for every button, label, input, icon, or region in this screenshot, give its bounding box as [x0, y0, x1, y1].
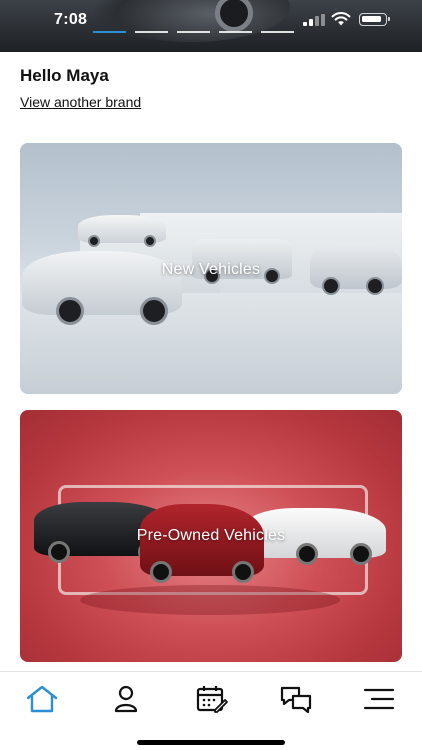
menu-icon: [363, 688, 395, 710]
calendar-edit-icon: [196, 686, 228, 713]
cellular-signal-icon: [303, 14, 325, 26]
tab-messages[interactable]: [279, 684, 313, 714]
tab-home[interactable]: [25, 684, 59, 714]
pre-owned-vehicles-label: Pre-Owned Vehicles: [136, 527, 286, 544]
bottom-tab-bar: [0, 671, 422, 750]
status-bar: 7:08: [0, 0, 422, 40]
car-image: [78, 215, 166, 247]
new-vehicles-card[interactable]: New Vehicles: [20, 143, 402, 394]
tab-menu[interactable]: [362, 684, 396, 714]
home-indicator: [137, 740, 285, 745]
battery-icon: [359, 13, 390, 26]
greeting-title: Hello Maya: [20, 66, 109, 85]
tab-appointments[interactable]: [195, 684, 229, 714]
wifi-icon: [331, 12, 351, 26]
tab-profile[interactable]: [109, 684, 143, 714]
chat-icon: [280, 686, 312, 713]
new-vehicles-label: New Vehicles: [161, 261, 261, 278]
view-another-brand-link[interactable]: View another brand: [20, 94, 141, 110]
profile-icon: [114, 685, 138, 713]
status-time: 7:08: [54, 11, 88, 28]
app-screen: 7:08 Hello Maya View another brand New V…: [0, 0, 422, 750]
scene-reflection: [80, 585, 340, 615]
home-icon: [26, 685, 58, 713]
pre-owned-vehicles-card[interactable]: Pre-Owned Vehicles: [20, 410, 402, 662]
